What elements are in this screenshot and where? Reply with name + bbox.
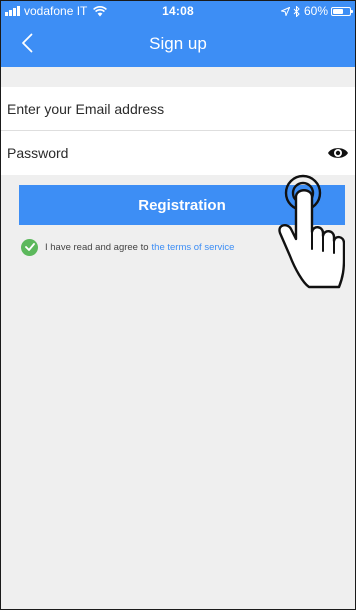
status-bar: vodafone IT 14:08 60% xyxy=(1,1,355,21)
eye-icon xyxy=(328,148,348,158)
battery-percent: 60% xyxy=(303,4,328,18)
terms-row: I have read and agree to the terms of se… xyxy=(21,237,234,257)
bluetooth-icon xyxy=(293,5,300,17)
email-input[interactable] xyxy=(1,87,301,131)
status-right: 60% xyxy=(280,1,353,21)
password-input[interactable] xyxy=(1,131,301,175)
header: vodafone IT 14:08 60% Sign up xyxy=(1,1,355,67)
location-icon xyxy=(280,6,290,16)
terms-of-service-link[interactable]: the terms of service xyxy=(152,242,235,253)
terms-checkbox[interactable] xyxy=(21,238,38,256)
page-title: Sign up xyxy=(149,34,207,53)
nav-bar: Sign up xyxy=(1,23,355,67)
toggle-password-visibility-button[interactable] xyxy=(327,143,349,163)
terms-text: I have read and agree to xyxy=(45,241,149,253)
app-frame: vodafone IT 14:08 60% Sign up Enter your… xyxy=(0,0,356,610)
checkmark-icon xyxy=(24,243,35,251)
battery-icon xyxy=(331,6,353,16)
tap-hand-icon xyxy=(278,174,345,289)
email-field-row xyxy=(1,87,355,131)
password-field-row xyxy=(1,131,355,175)
